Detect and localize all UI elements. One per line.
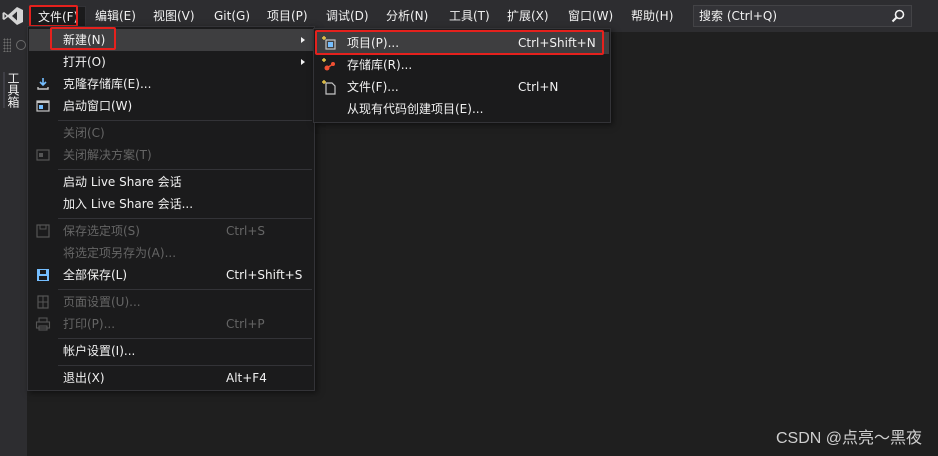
menu-item-label: 退出(X) — [63, 371, 105, 385]
menu-item-shortcut: Ctrl+N — [518, 80, 559, 94]
menu-tools[interactable]: 工具(T) — [442, 6, 497, 26]
menu-item-label: 将选定项另存为(A)... — [63, 246, 177, 260]
new-submenu-item-file[interactable]: 文件(F)... Ctrl+N — [315, 76, 609, 98]
menu-item-label: 启动 Live Share 会话 — [63, 175, 182, 189]
menu-extensions[interactable]: 扩展(X) — [500, 6, 556, 26]
print-icon — [35, 317, 51, 331]
new-file-icon — [322, 80, 336, 95]
new-submenu-dropdown: 项目(P)... Ctrl+Shift+N 存储库(R)... 文件(F)...… — [313, 28, 611, 123]
file-menu-item-close[interactable]: 关闭(C) — [29, 122, 313, 144]
search-icon[interactable] — [891, 9, 905, 23]
menu-help[interactable]: 帮助(H) — [624, 6, 680, 26]
menu-item-label: 关闭(C) — [63, 126, 105, 140]
close-solution-icon — [36, 149, 50, 161]
new-submenu-item-project-from-existing-code[interactable]: 从现有代码创建项目(E)... — [315, 98, 609, 120]
menu-item-label: 帐户设置(I)... — [63, 344, 136, 358]
new-project-icon — [322, 36, 336, 50]
menu-separator — [58, 120, 312, 121]
clone-icon — [37, 78, 49, 90]
page-setup-icon — [37, 295, 49, 309]
file-menu-item-page-setup[interactable]: 页面设置(U)... — [29, 291, 313, 313]
file-menu-item-close-solution[interactable]: 关闭解决方案(T) — [29, 144, 313, 166]
menu-separator — [58, 169, 312, 170]
menu-item-label: 关闭解决方案(T) — [63, 148, 152, 162]
submenu-arrow-icon — [301, 37, 305, 43]
menu-item-label: 克隆存储库(E)... — [63, 77, 152, 91]
menu-git[interactable]: Git(G) — [207, 6, 257, 26]
menu-item-label: 从现有代码创建项目(E)... — [347, 102, 484, 116]
menu-item-label: 文件(F)... — [347, 80, 399, 94]
menu-item-shortcut: Alt+F4 — [226, 371, 267, 385]
submenu-arrow-icon — [301, 59, 305, 65]
save-all-icon — [37, 269, 49, 281]
menu-item-label: 加入 Live Share 会话... — [63, 197, 194, 211]
visual-studio-logo-icon — [2, 7, 23, 25]
file-menu-item-print[interactable]: 打印(P)... Ctrl+P — [29, 313, 313, 335]
menu-item-label: 启动窗口(W) — [63, 99, 133, 113]
menu-separator — [58, 338, 312, 339]
menu-item-label: 存储库(R)... — [347, 58, 413, 72]
menu-separator — [58, 365, 312, 366]
menu-item-shortcut: Ctrl+Shift+S — [226, 268, 303, 282]
grip-handle[interactable] — [3, 38, 11, 52]
menu-file[interactable]: 文件(F) — [30, 6, 87, 26]
menu-analyze[interactable]: 分析(N) — [379, 6, 435, 26]
menu-item-label: 项目(P)... — [347, 36, 400, 50]
menu-item-label: 全部保存(L) — [63, 268, 128, 282]
file-menu-dropdown: 新建(N) 打开(O) 克隆存储库(E)... 启动窗口(W) 关闭(C) 关闭… — [27, 26, 315, 391]
file-menu-item-join-live-share[interactable]: 加入 Live Share 会话... — [29, 193, 313, 215]
file-menu-item-start-window[interactable]: 启动窗口(W) — [29, 95, 313, 117]
menu-separator — [58, 218, 312, 219]
menu-debug[interactable]: 调试(D) — [319, 6, 376, 26]
menu-edit[interactable]: 编辑(E) — [88, 6, 143, 26]
file-menu-item-exit[interactable]: 退出(X) Alt+F4 — [29, 367, 313, 389]
pin-icon[interactable] — [16, 40, 26, 50]
search-placeholder: 搜索 (Ctrl+Q) — [699, 9, 778, 23]
file-menu-item-open[interactable]: 打开(O) — [29, 51, 313, 73]
menu-item-shortcut: Ctrl+P — [226, 317, 265, 331]
watermark: CSDN @点亮～黑夜 — [775, 430, 922, 447]
menu-item-label: 保存选定项(S) — [63, 224, 140, 238]
start-window-icon — [36, 100, 50, 112]
toolbox-strip: 工具箱 — [0, 32, 27, 456]
menu-item-label: 页面设置(U)... — [63, 295, 141, 309]
file-menu-item-clone-repository[interactable]: 克隆存储库(E)... — [29, 73, 313, 95]
menu-item-shortcut: Ctrl+Shift+N — [518, 36, 596, 50]
menu-separator — [58, 289, 312, 290]
save-icon — [36, 224, 50, 238]
search-input[interactable]: 搜索 (Ctrl+Q) — [693, 5, 912, 27]
menu-item-label: 打印(P)... — [63, 317, 116, 331]
menu-item-label: 新建(N) — [63, 33, 106, 47]
repository-icon — [322, 58, 335, 71]
menu-project[interactable]: 项目(P) — [260, 6, 315, 26]
menu-item-shortcut: Ctrl+S — [226, 224, 266, 238]
file-menu-item-save-all[interactable]: 全部保存(L) Ctrl+Shift+S — [29, 264, 313, 286]
file-menu-item-new[interactable]: 新建(N) — [29, 29, 313, 51]
file-menu-item-save-selected-as[interactable]: 将选定项另存为(A)... — [29, 242, 313, 264]
new-submenu-item-repository[interactable]: 存储库(R)... — [315, 54, 609, 76]
menu-view[interactable]: 视图(V) — [146, 6, 202, 26]
new-submenu-item-project[interactable]: 项目(P)... Ctrl+Shift+N — [315, 32, 609, 54]
toolbox-tab[interactable]: 工具箱 — [3, 72, 23, 108]
file-menu-item-start-live-share[interactable]: 启动 Live Share 会话 — [29, 171, 313, 193]
menu-item-label: 打开(O) — [63, 55, 106, 69]
menu-window[interactable]: 窗口(W) — [561, 6, 620, 26]
file-menu-item-account-settings[interactable]: 帐户设置(I)... — [29, 340, 313, 362]
file-menu-item-save-selected[interactable]: 保存选定项(S) Ctrl+S — [29, 220, 313, 242]
